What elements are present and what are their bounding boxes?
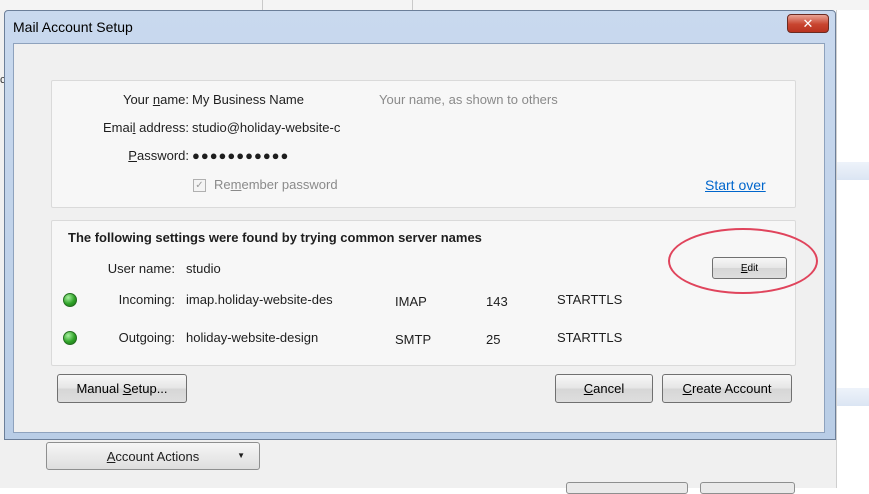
- background-button-stub[interactable]: [700, 482, 795, 494]
- background-header-strip: [0, 0, 869, 10]
- user-name-value[interactable]: studio: [186, 261, 221, 276]
- dropdown-arrow-icon: ▼: [237, 451, 245, 460]
- user-name-label: User name:: [107, 261, 175, 276]
- your-name-label: Your name:: [122, 92, 189, 107]
- background-selected-row[interactable]: [837, 162, 869, 180]
- remember-password-label: Remember password: [214, 177, 338, 192]
- checkmark-icon: ✓: [195, 180, 204, 191]
- identity-panel: Your name: My Business Name Your name, a…: [51, 80, 796, 208]
- background-right-pane: [836, 10, 869, 488]
- outgoing-label: Outgoing:: [118, 330, 175, 345]
- create-account-label: Create Account: [682, 381, 772, 396]
- password-label: Password:: [128, 148, 189, 163]
- start-over-link[interactable]: Start over: [705, 177, 766, 193]
- edit-button[interactable]: Edit: [712, 257, 787, 279]
- incoming-protocol[interactable]: IMAP: [395, 294, 427, 309]
- edit-button-label: Edit: [740, 262, 759, 274]
- manual-setup-button[interactable]: Manual Setup...: [57, 374, 187, 403]
- settings-heading: The following settings were found by try…: [68, 230, 482, 245]
- mail-account-setup-dialog: Mail Account Setup ✕ Your name: My Busin…: [4, 10, 836, 440]
- background-selected-row[interactable]: [837, 388, 869, 406]
- dialog-title: Mail Account Setup: [13, 19, 133, 35]
- account-actions-button[interactable]: Account Actions ▼: [46, 442, 260, 470]
- incoming-label: Incoming:: [118, 292, 175, 307]
- close-icon: ✕: [802, 15, 814, 31]
- account-actions-label: Account Actions: [106, 448, 200, 464]
- email-address-label: Email address:: [103, 120, 189, 135]
- dialog-content: Your name: My Business Name Your name, a…: [13, 43, 825, 433]
- background-column-divider: [412, 0, 413, 10]
- background-column-divider: [262, 0, 263, 10]
- manual-setup-label: Manual Setup...: [76, 381, 168, 396]
- cancel-label: Cancel: [583, 381, 625, 396]
- outgoing-protocol[interactable]: SMTP: [395, 332, 431, 347]
- outgoing-status-icon: [63, 331, 77, 345]
- remember-password-checkbox[interactable]: ✓: [193, 179, 206, 192]
- your-name-hint: Your name, as shown to others: [379, 92, 558, 107]
- dialog-titlebar[interactable]: Mail Account Setup ✕: [5, 11, 835, 43]
- outgoing-server-value[interactable]: holiday-website-design: [186, 330, 368, 345]
- background-button-stub[interactable]: [566, 482, 688, 494]
- incoming-status-icon: [63, 293, 77, 307]
- incoming-security[interactable]: STARTTLS: [557, 292, 622, 307]
- incoming-port[interactable]: 143: [486, 294, 508, 309]
- incoming-server-value[interactable]: imap.holiday-website-des: [186, 292, 368, 307]
- outgoing-port[interactable]: 25: [486, 332, 500, 347]
- cancel-button[interactable]: Cancel: [555, 374, 653, 403]
- server-settings-panel: The following settings were found by try…: [51, 220, 796, 366]
- password-input[interactable]: ●●●●●●●●●●●: [192, 148, 289, 163]
- email-address-input[interactable]: studio@holiday-website-c: [192, 120, 352, 135]
- outgoing-security[interactable]: STARTTLS: [557, 330, 622, 345]
- your-name-input[interactable]: My Business Name: [192, 92, 372, 107]
- create-account-button[interactable]: Create Account: [662, 374, 792, 403]
- close-button[interactable]: ✕: [787, 14, 829, 33]
